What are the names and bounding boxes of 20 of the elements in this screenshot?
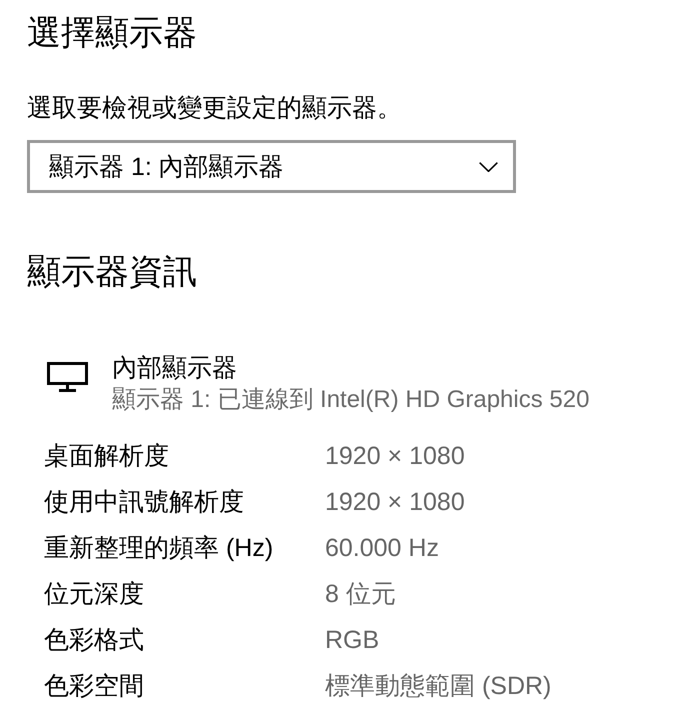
info-value: RGB [325,625,380,656]
chevron-down-icon [479,162,498,172]
display-name: 內部顯示器 [112,353,237,384]
info-value: 1920 × 1080 [325,487,465,518]
info-value: 1920 × 1080 [325,441,465,472]
info-value: 60.000 Hz [325,533,439,564]
info-label: 使用中訊號解析度 [44,488,244,516]
monitor-icon [47,362,88,392]
info-value: 8 位元 [325,579,396,610]
info-label: 位元深度 [44,580,144,608]
page-title: 選擇顯示器 [27,13,197,54]
display-connection: 顯示器 1: 已連線到 Intel(R) HD Graphics 520 [112,385,590,415]
info-value: 標準動態範圍 (SDR) [325,671,552,702]
section-heading: 顯示器資訊 [27,252,197,293]
info-label: 色彩空間 [44,672,144,700]
info-label: 色彩格式 [44,626,144,654]
info-label: 桌面解析度 [44,442,169,470]
info-label: 重新整理的頻率 (Hz) [44,534,274,562]
display-dropdown[interactable]: 顯示器 1: 內部顯示器 [27,140,516,193]
description-text: 選取要檢視或變更設定的顯示器。 [27,93,402,124]
